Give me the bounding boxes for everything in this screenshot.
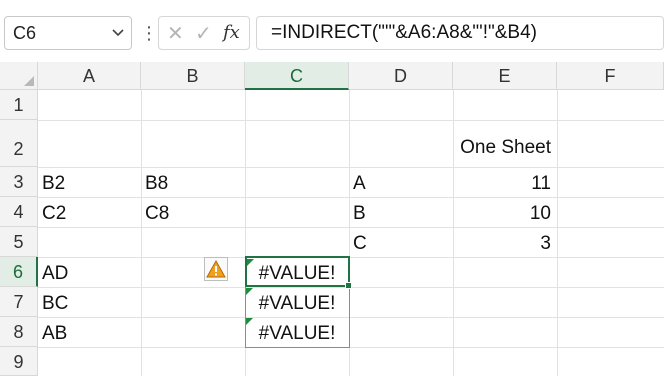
cell-d3[interactable]: A [353,173,366,195]
gridline [38,167,664,168]
row-header-7[interactable]: 7 [0,287,38,317]
cell-a7[interactable]: BC [42,293,68,315]
error-indicator-icon [246,288,253,295]
name-box[interactable]: C6 [4,16,132,50]
cancel-icon[interactable]: ✕ [167,21,184,46]
row-header-9[interactable]: 9 [0,347,38,376]
cell-b3[interactable]: B8 [145,173,168,195]
gridline [38,257,664,258]
gridline [38,120,664,121]
active-cell-border [245,256,350,287]
row-header-6[interactable]: 6 [0,257,38,287]
cell-b4[interactable]: C8 [145,203,169,225]
cell-a8[interactable]: AB [42,323,67,345]
column-header-a[interactable]: A [38,62,141,90]
cell-e4[interactable]: 10 [453,203,551,225]
insert-function-icon[interactable]: fx [223,22,240,43]
cell-a6[interactable]: AD [42,263,68,285]
row-header-8[interactable]: 8 [0,317,38,347]
row-header-5[interactable]: 5 [0,227,38,257]
cell-a3[interactable]: B2 [42,173,65,195]
gridline [557,90,558,376]
cell-a4[interactable]: C2 [42,203,66,225]
gridline [38,227,664,228]
gridline [38,317,664,318]
gridline [141,90,142,376]
error-warning-icon[interactable] [204,257,228,281]
column-header-c[interactable]: C [245,62,349,90]
cell-e3[interactable]: 11 [453,173,551,195]
select-all-corner[interactable] [0,62,38,90]
cell-e5[interactable]: 3 [453,233,551,255]
name-box-value: C6 [13,23,37,43]
row-header-4[interactable]: 4 [0,197,38,227]
column-header-b[interactable]: B [141,62,245,90]
column-header-d[interactable]: D [349,62,453,90]
fill-handle[interactable] [345,282,352,289]
chevron-down-icon[interactable] [111,21,125,50]
gridline [38,197,664,198]
formula-input[interactable]: =INDIRECT("'"&A6:A8&"'!"&B4) [256,16,664,50]
formula-bar-area: C6 ⋮ ✕ ✓ fx =INDIRECT("'"&A6:A8&"'!"&B4) [0,0,664,58]
column-header-e[interactable]: E [453,62,557,90]
cell-d5[interactable]: C [353,233,367,255]
error-indicator-icon [246,318,253,325]
spill-range-border [245,287,350,348]
column-header-f[interactable]: F [557,62,664,90]
cell-d4[interactable]: B [353,203,366,225]
row-header-1[interactable]: 1 [0,90,38,120]
enter-icon[interactable]: ✓ [195,21,212,46]
gridline [38,347,664,348]
row-header-3[interactable]: 3 [0,167,38,197]
row-header-2[interactable]: 2 [0,120,38,167]
more-options-icon[interactable]: ⋮ [140,20,158,46]
cell-e2[interactable]: One Sheet [453,137,551,159]
formula-buttons: ✕ ✓ fx [158,16,250,50]
